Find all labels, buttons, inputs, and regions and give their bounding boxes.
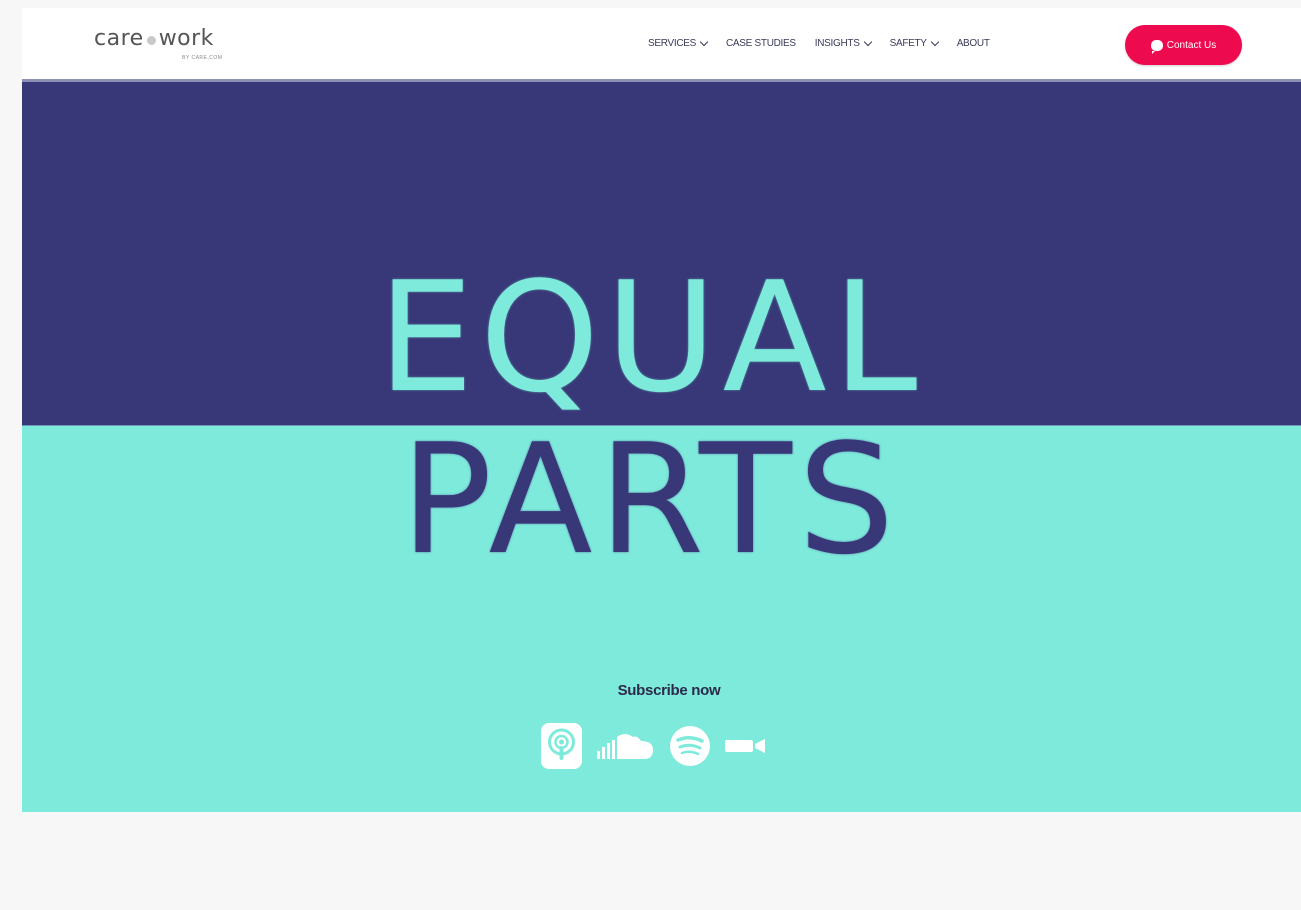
contact-us-label: Contact Us: [1166, 39, 1217, 51]
nav-item-services[interactable]: SERVICES: [648, 37, 709, 49]
logo-subtitle: BY CARE.COM: [182, 55, 223, 61]
nav-item-case-studies[interactable]: CASE STUDIES: [726, 38, 796, 49]
spotify-icon[interactable]: [669, 725, 711, 772]
nav-insights-label: INSIGHTS: [814, 38, 860, 49]
logo-wordmark: care work: [94, 26, 244, 51]
nav-about-label: ABOUT: [956, 38, 990, 49]
nav-item-insights[interactable]: INSIGHTS: [814, 37, 872, 49]
podcast-platform-links: [540, 720, 781, 776]
hero-title-equal: EQUAL: [377, 249, 924, 426]
chevron-down-icon: [930, 37, 939, 46]
nav-case-studies-label: CASE STUDIES: [726, 38, 796, 49]
video-camera-icon[interactable]: [725, 736, 767, 761]
apple-podcasts-icon[interactable]: [540, 720, 583, 777]
chevron-down-icon: [699, 37, 709, 46]
chevron-down-icon: [863, 37, 872, 46]
logo-text-care: care: [94, 26, 144, 51]
subscribe-heading: Subscribe now: [617, 682, 721, 699]
logo-text-work: work: [158, 26, 214, 51]
page-content-area: [22, 812, 1301, 910]
site-header: care work BY CARE.COM SERVICES CASE STUD…: [22, 8, 1301, 82]
chat-bubble-icon: [1150, 39, 1163, 54]
nav-item-about[interactable]: ABOUT: [957, 38, 990, 49]
nav-safety-label: SAFETY: [889, 38, 927, 49]
logo-dot-icon: [146, 36, 156, 45]
main-nav: SERVICES CASE STUDIES INSIGHTS SAFETY AB…: [648, 37, 1009, 49]
hero-title-parts: PARTS: [400, 411, 901, 588]
contact-us-button[interactable]: Contact Us: [1125, 25, 1242, 65]
nav-item-safety[interactable]: SAFETY: [889, 37, 939, 49]
nav-services-label: SERVICES: [648, 38, 696, 49]
careatwork-logo[interactable]: care work BY CARE.COM: [94, 26, 244, 66]
soundcloud-icon[interactable]: [597, 731, 655, 766]
top-strip: [0, 0, 1301, 8]
